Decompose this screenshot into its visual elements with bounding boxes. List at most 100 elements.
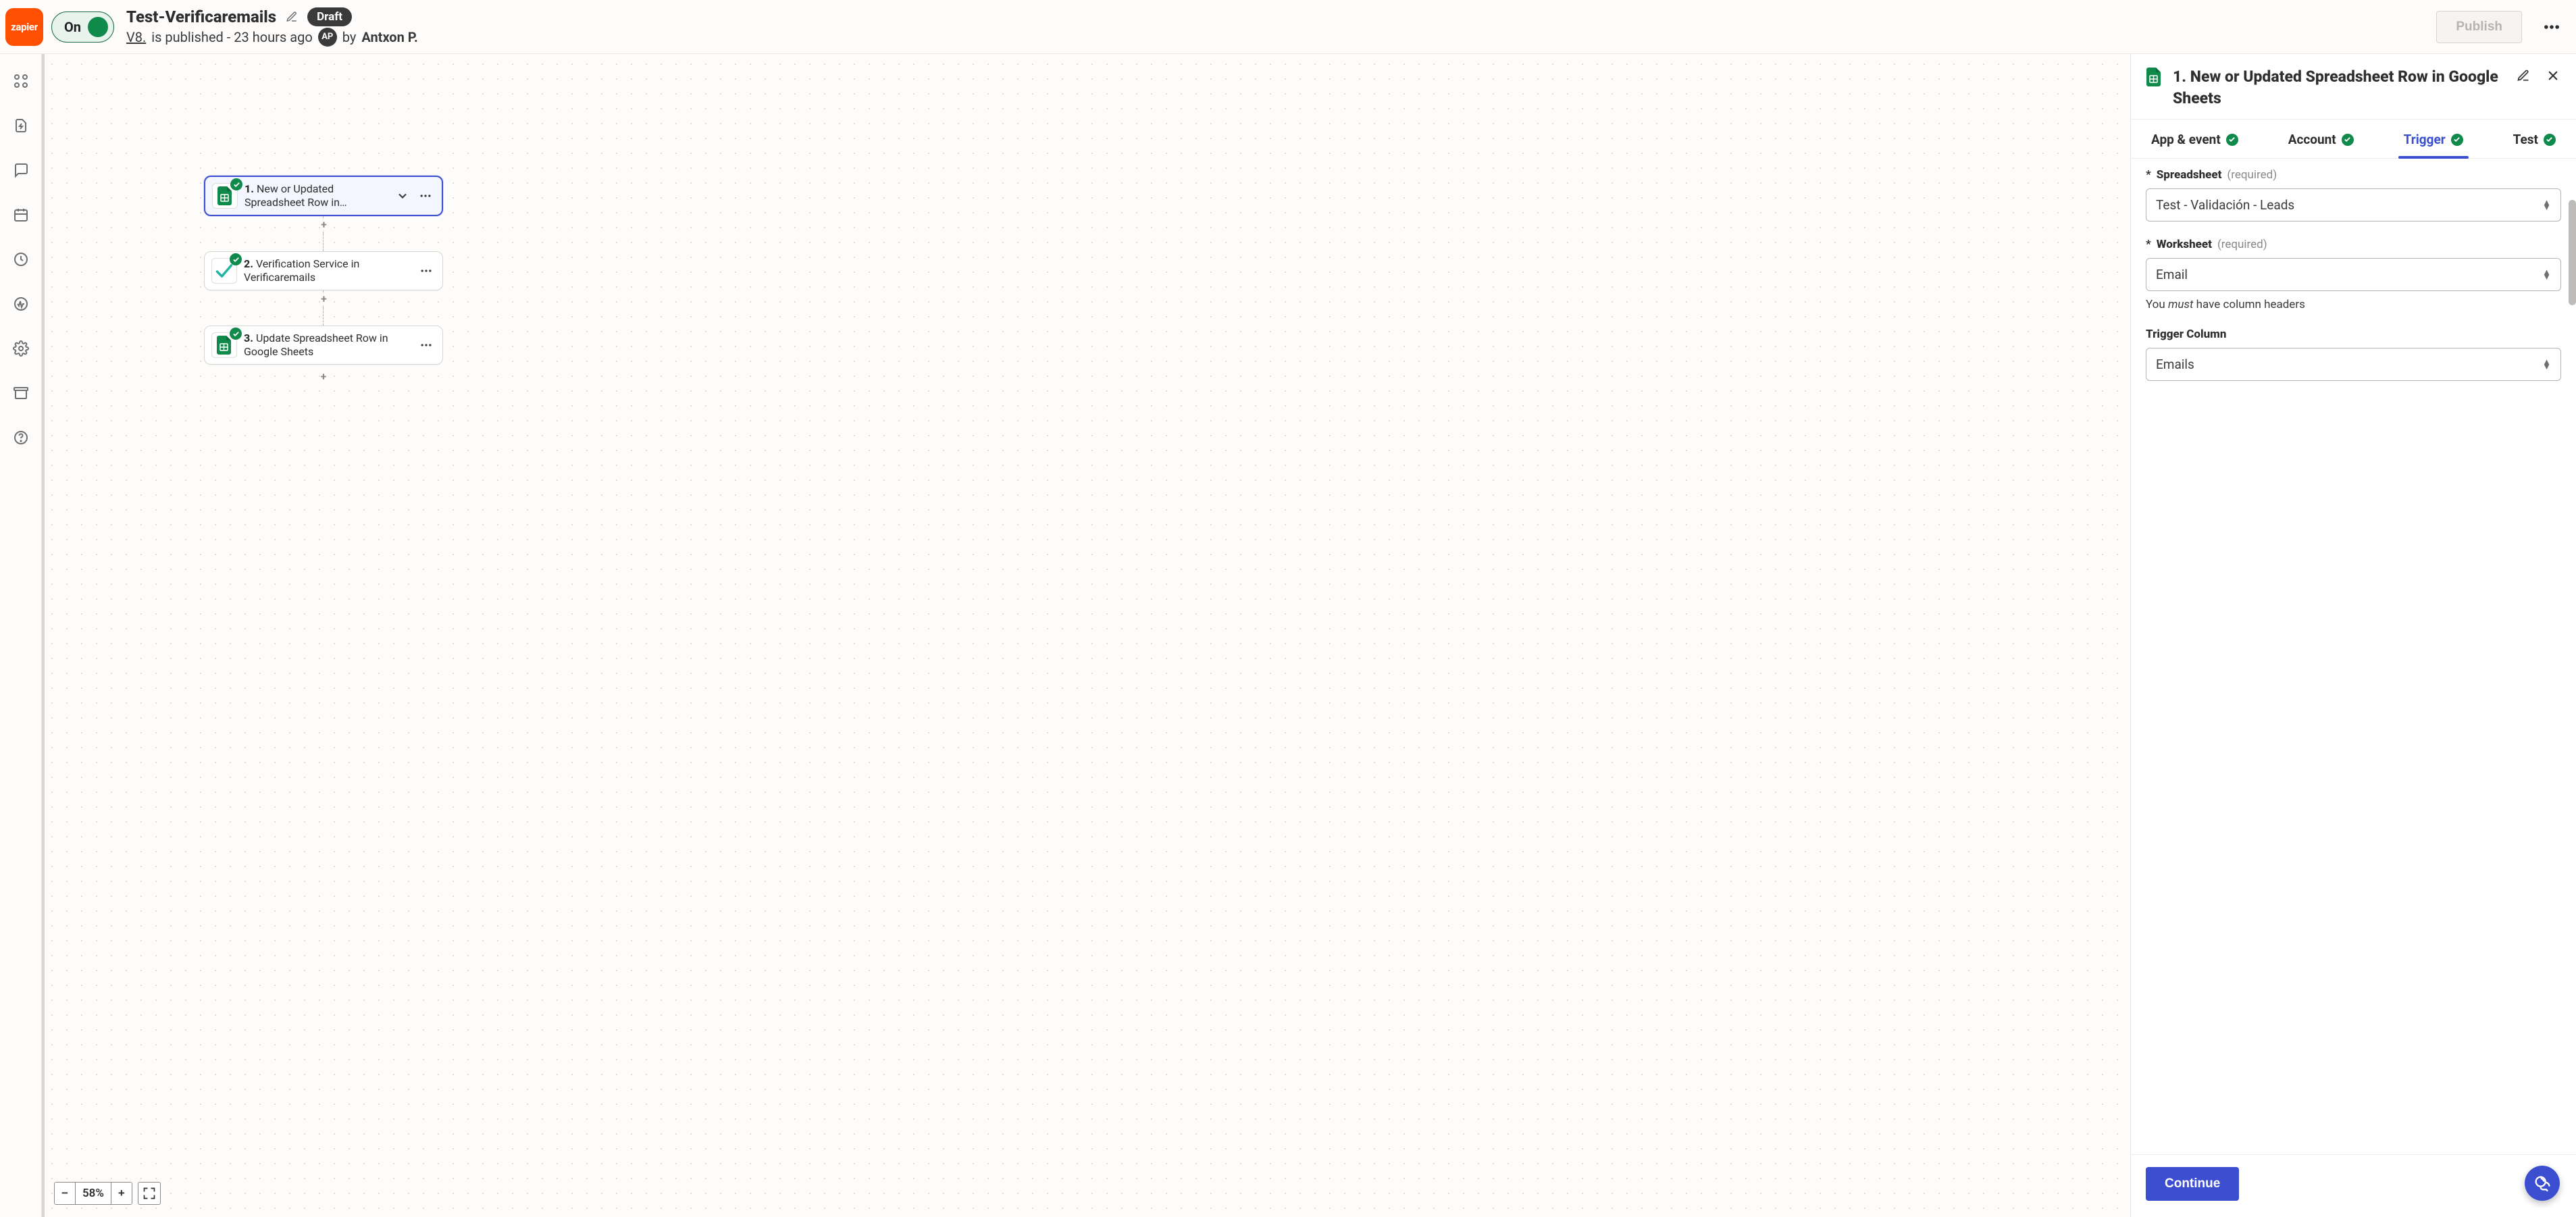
close-panel-button[interactable] — [2544, 66, 2562, 85]
zap-on-toggle[interactable]: On — [51, 11, 114, 43]
tab-ok-badge — [2544, 134, 2556, 146]
required-star: * — [2146, 168, 2151, 182]
zap-canvas[interactable]: 1. New or Updated Spreadsheet Row in… + … — [42, 54, 2130, 1217]
zoom-level: 58% — [75, 1183, 111, 1204]
check-icon — [2344, 136, 2351, 143]
tab-label: App & event — [2151, 132, 2221, 147]
expand-icon — [143, 1187, 156, 1200]
trigger-column-select[interactable]: Emails ▲▼ — [2146, 348, 2561, 381]
step-title: 3. Update Spreadsheet Row in Google Shee… — [244, 332, 410, 359]
check-icon — [2453, 136, 2461, 143]
step-more-button[interactable] — [416, 186, 435, 205]
step-title: 1. New or Updated Spreadsheet Row in… — [244, 182, 386, 209]
archive-icon — [13, 385, 29, 401]
published-ago: is published - 23 hours ago — [151, 29, 313, 45]
zapier-logo[interactable]: zapier — [5, 8, 43, 46]
required-text: (required) — [2227, 168, 2277, 182]
edit-title-button[interactable] — [284, 9, 299, 24]
chat-icon — [13, 162, 29, 178]
author-avatar: AP — [318, 28, 337, 47]
panel-scrollbar[interactable] — [2569, 200, 2576, 305]
step-card-2[interactable]: 2. Verification Service in Verificaremai… — [204, 251, 443, 290]
add-step-button[interactable]: + — [321, 219, 327, 230]
google-sheets-icon — [216, 336, 232, 355]
rail-apps-button[interactable] — [10, 70, 32, 92]
spreadsheet-select[interactable]: Test - Validación - Leads ▲▼ — [2146, 188, 2561, 222]
connector — [323, 234, 324, 251]
calendar-icon — [13, 207, 29, 223]
google-sheets-icon — [2146, 68, 2162, 86]
field-spreadsheet: * Spreadsheet (required) Test - Validaci… — [2146, 168, 2561, 222]
dots-horizontal-icon — [419, 264, 433, 278]
rail-history-button[interactable] — [10, 249, 32, 270]
zoom-controls: − 58% + — [54, 1182, 161, 1205]
pencil-icon — [2517, 69, 2530, 82]
step-card-1[interactable]: 1. New or Updated Spreadsheet Row in… — [204, 176, 443, 216]
check-icon — [2546, 136, 2553, 143]
tab-ok-badge — [2226, 134, 2238, 146]
rail-power-button[interactable] — [10, 115, 32, 136]
tab-account[interactable]: Account — [2276, 120, 2366, 158]
draft-badge: Draft — [307, 7, 352, 26]
required-text: (required) — [2217, 238, 2267, 251]
top-bar: zapier On Test-Verificaremails Draft V8.… — [0, 0, 2576, 54]
tab-ok-badge — [2451, 134, 2463, 146]
step-more-button[interactable] — [417, 336, 436, 355]
step-ok-badge — [230, 328, 242, 340]
step-app-icon — [211, 258, 237, 284]
steps-column: 1. New or Updated Spreadsheet Row in… + … — [204, 176, 443, 382]
panel-body[interactable]: * Spreadsheet (required) Test - Validaci… — [2131, 159, 2576, 1154]
toggle-knob — [88, 17, 108, 37]
dots-horizontal-icon — [419, 189, 432, 203]
select-value: Email — [2156, 267, 2188, 282]
rail-settings-button[interactable] — [10, 338, 32, 359]
help-circle-icon — [13, 430, 29, 446]
tab-test[interactable]: Test — [2501, 120, 2568, 158]
zoom-out-button[interactable]: − — [55, 1183, 75, 1204]
tab-trigger[interactable]: Trigger — [2392, 120, 2475, 158]
rail-archive-button[interactable] — [10, 382, 32, 404]
zap-headline: Test-Verificaremails Draft V8. is publis… — [126, 7, 418, 47]
rail-activity-button[interactable] — [10, 293, 32, 315]
panel-footer: Continue — [2131, 1154, 2576, 1217]
top-more-button[interactable] — [2540, 14, 2564, 41]
step-ok-badge — [230, 178, 242, 190]
continue-button[interactable]: Continue — [2146, 1167, 2239, 1201]
author-name: Antxon P. — [361, 29, 417, 45]
step-more-button[interactable] — [417, 261, 436, 280]
connector — [323, 308, 324, 326]
field-worksheet: * Worksheet (required) Email ▲▼ You must… — [2146, 238, 2561, 311]
grid-icon — [13, 73, 29, 89]
tab-app-event[interactable]: App & event — [2139, 120, 2250, 158]
zoom-fit-button[interactable] — [138, 1182, 161, 1205]
activity-icon — [13, 296, 29, 312]
rail-calendar-button[interactable] — [10, 204, 32, 226]
step-app-icon — [211, 332, 237, 358]
check-icon — [232, 256, 240, 263]
rail-help-button[interactable] — [10, 427, 32, 448]
dots-horizontal-icon — [419, 338, 433, 352]
select-chevrons-icon: ▲▼ — [2542, 360, 2551, 369]
connector: + — [323, 290, 324, 308]
tab-label: Test — [2513, 132, 2538, 147]
worksheet-select[interactable]: Email ▲▼ — [2146, 258, 2561, 291]
support-chat-icon — [2533, 1174, 2552, 1193]
add-step-button[interactable]: + — [321, 371, 327, 382]
close-icon — [2546, 69, 2560, 82]
file-bolt-icon — [13, 118, 29, 134]
step-collapse-button[interactable] — [393, 186, 412, 205]
panel-app-icon — [2144, 68, 2163, 86]
help-fab[interactable] — [2525, 1166, 2560, 1201]
check-icon — [232, 330, 240, 338]
toggle-label: On — [64, 19, 81, 35]
select-value: Emails — [2156, 357, 2194, 372]
zoom-in-button[interactable]: + — [111, 1183, 132, 1204]
rename-step-button[interactable] — [2514, 66, 2533, 85]
editor-body: 1. New or Updated Spreadsheet Row in… + … — [0, 54, 2576, 1217]
step-app-icon — [212, 183, 238, 209]
add-step-button[interactable]: + — [321, 294, 327, 305]
version-link[interactable]: V8. — [126, 29, 146, 45]
rail-comments-button[interactable] — [10, 159, 32, 181]
step-card-3[interactable]: 3. Update Spreadsheet Row in Google Shee… — [204, 326, 443, 365]
publish-button[interactable]: Publish — [2436, 11, 2522, 43]
